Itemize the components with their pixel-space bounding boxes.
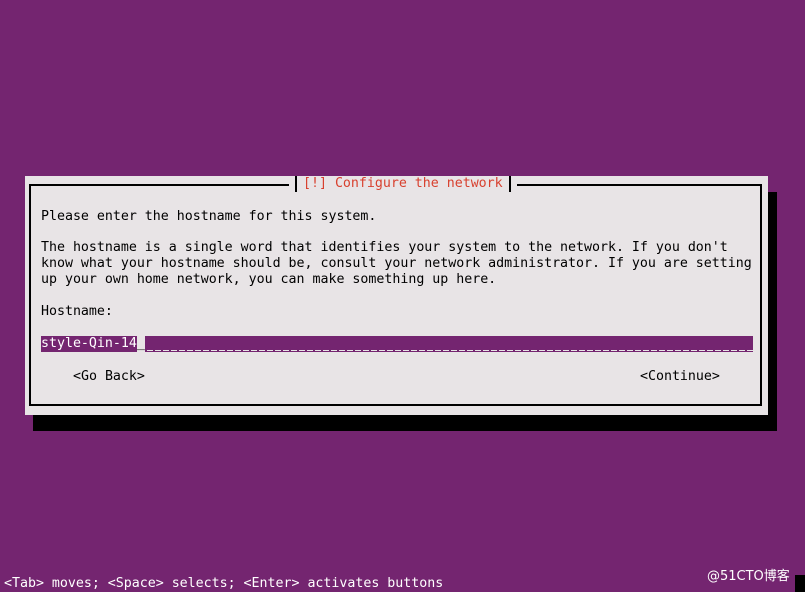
go-back-button[interactable]: <Go Back>	[73, 369, 145, 385]
dialog-title: [!] Configure the network	[303, 176, 503, 191]
configure-network-dialog: [!] Configure the network Please enter t…	[25, 176, 768, 415]
dialog-shadow-right	[768, 192, 777, 431]
corner-block	[795, 575, 805, 592]
hostname-input-value[interactable]: style-Qin-14	[41, 336, 137, 352]
prompt-text: Please enter the hostname for this syste…	[41, 209, 377, 224]
description-line-2: know what your hostname should be, consu…	[41, 256, 752, 271]
continue-button[interactable]: <Continue>	[640, 369, 720, 385]
description-line-3: up your own home network, you can make s…	[41, 272, 497, 287]
hostname-label: Hostname:	[41, 304, 113, 319]
dialog-title-bar: [!] Configure the network	[289, 176, 517, 192]
dialog-shadow-bottom	[33, 415, 777, 431]
title-right-tick	[508, 176, 511, 192]
hostname-input-fill[interactable]	[144, 336, 753, 352]
watermark: @51CTO博客	[707, 569, 790, 584]
text-cursor: _	[136, 336, 145, 351]
description-line-1: The hostname is a single word that ident…	[41, 240, 728, 255]
keyboard-help-text: <Tab> moves; <Space> selects; <Enter> ac…	[4, 576, 444, 591]
hostname-input[interactable]: style-Qin-14 _	[41, 336, 753, 352]
